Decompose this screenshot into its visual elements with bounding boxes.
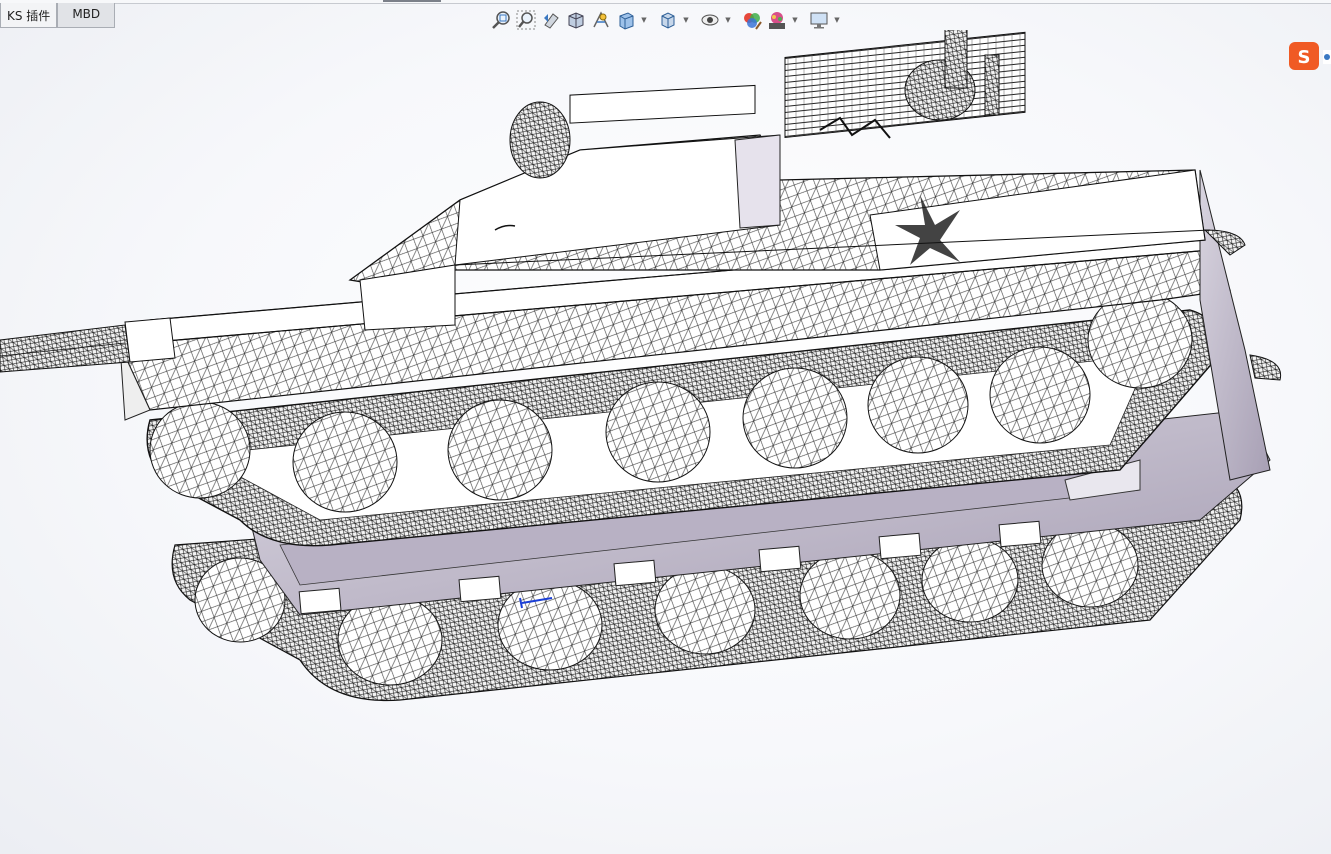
chevron-down-icon[interactable]: ▼ xyxy=(640,9,648,31)
view-orientation-icon[interactable] xyxy=(615,9,637,31)
heads-up-view-toolbar: ▼ ▼ ▼ ▼ ▼ xyxy=(490,8,847,32)
ime-glyph: S xyxy=(1298,47,1311,68)
chevron-down-icon[interactable]: ▼ xyxy=(833,9,841,31)
previous-view-icon[interactable] xyxy=(540,9,562,31)
chevron-down-icon[interactable]: ▼ xyxy=(724,9,732,31)
zoom-to-fit-icon[interactable] xyxy=(490,9,512,31)
dynamic-annotation-icon[interactable] xyxy=(590,9,612,31)
edit-appearance-icon[interactable] xyxy=(741,9,763,31)
tab-mbd[interactable]: MBD xyxy=(57,3,116,28)
top-tab-strip xyxy=(0,0,1331,4)
command-manager-tabs: KS 插件 MBD xyxy=(0,3,116,28)
section-view-icon[interactable] xyxy=(565,9,587,31)
apply-scene-icon[interactable] xyxy=(766,9,788,31)
zoom-to-area-icon[interactable] xyxy=(515,9,537,31)
hide-show-items-icon[interactable] xyxy=(699,9,721,31)
chevron-down-icon[interactable]: ▼ xyxy=(791,9,799,31)
sogou-ime-icon[interactable]: S xyxy=(1289,42,1331,72)
display-style-icon[interactable] xyxy=(657,9,679,31)
chevron-down-icon[interactable]: ▼ xyxy=(682,9,690,31)
graphics-area[interactable] xyxy=(0,30,1331,854)
active-tab-indicator xyxy=(383,0,441,2)
tab-ks-plugin[interactable]: KS 插件 xyxy=(0,3,58,28)
view-settings-icon[interactable] xyxy=(808,9,830,31)
tank-model[interactable] xyxy=(0,30,1282,702)
